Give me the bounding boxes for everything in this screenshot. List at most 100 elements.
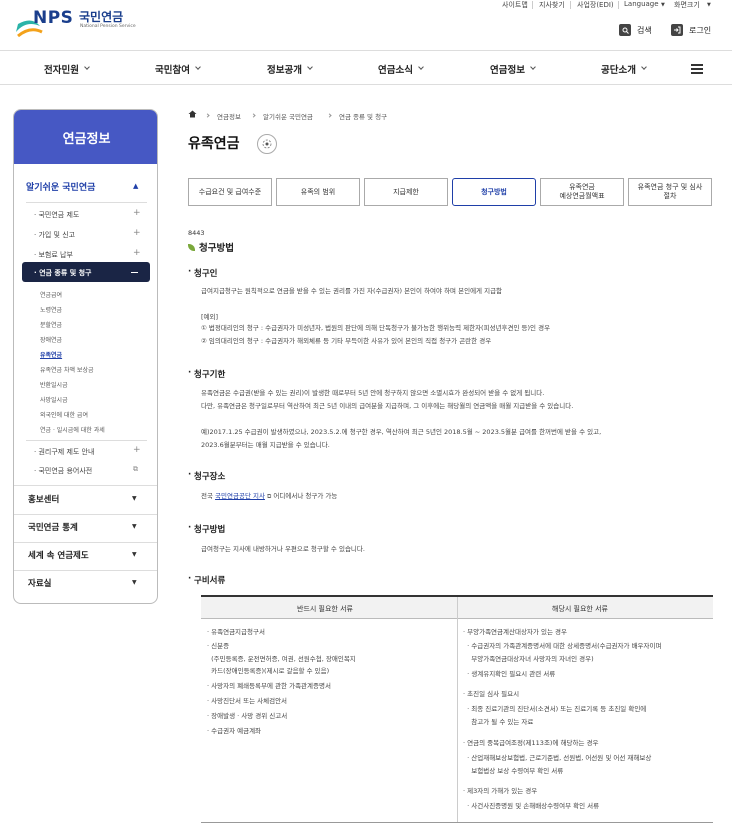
table-cell: · 수급권자의 가족관계증명서에 대한 상세증명서(수급권자가 배우자이며 [463,642,662,650]
sub-item[interactable]: 유족연금 차액 보상금 [40,365,94,374]
util-branch-finder[interactable]: 지사찾기 [539,0,565,12]
table-cell: · 신분증 [207,642,230,650]
sidebar-item-system[interactable]: · 국민연금 제도 [34,210,79,220]
gnb-item-participation[interactable]: 국민참여 [155,51,201,86]
global-nav: 전자민원 국민참여 정보공개 연금소식 연금정보 공단소개 [0,50,732,85]
table-cell: 카드(장애인등록증)(제시로 갈음할 수 있음) [207,667,330,675]
divider [14,570,157,571]
table-cell: · 산업재해보상보험법, 근로기준법, 선원법, 어선원 및 어선 재해보상 [463,754,652,762]
content-code: 8443 [188,229,205,237]
table-cell: (주민등록증, 운전면허증, 여권, 선원수첩, 장애인복지 [207,655,356,663]
sub-item[interactable]: 사망일시금 [40,395,68,404]
gnb-item-news[interactable]: 연금소식 [378,51,424,86]
util-sitemap[interactable]: 사이트맵 [502,0,528,12]
divider [14,514,157,515]
heading-claimant: 청구인 [188,267,218,279]
chevron-down-icon: ▼ [661,2,665,8]
method-text: 급여청구는 지사에 내방하거나 우편으로 청구할 수 있습니다. [201,545,365,553]
heading-deadline: 청구기한 [188,368,225,380]
sidebar-group-stats[interactable]: 국민연금 통계 [28,521,78,533]
divider [14,485,157,486]
table-cell: 참고가 될 수 있는 자료 [463,718,534,726]
sub-item[interactable]: 연금 · 일시금에 대한 과세 [40,425,105,434]
search-button[interactable]: 검색 [619,22,652,38]
tab-claim-process[interactable]: 유족연금 청구 및 심사 절차 [628,178,712,206]
gnb-item-about[interactable]: 공단소개 [601,51,647,86]
deadline-example-1: 예)2017.1.25 수급권이 발생하였으나, 2023.5.2.에 청구한 … [201,428,602,436]
chevron-down-icon: ▼ [132,551,137,558]
table-cell: · 사건사진증명원 및 손해배상수령여부 확인 서류 [463,802,600,810]
brand-name-ko: 국민연금 [79,10,124,24]
sidebar-item-pension-types[interactable]: · 연금 종류 및 청구 [34,268,92,278]
chevron-down-icon [84,64,90,70]
util-language[interactable]: Language [624,0,659,12]
breadcrumb-separator [251,113,256,118]
tab-claim-method[interactable]: 청구방법 [452,178,536,206]
sidebar-item-rights[interactable]: · 권리구제 제도 안내 [34,447,94,457]
tab-expected-amount[interactable]: 유족연금 예상연금월액표 [540,178,624,206]
util-edi[interactable]: 사업장(EDI) [577,0,614,12]
plus-icon: + [133,445,141,455]
sidebar-item-glossary[interactable]: · 국민연금 용어사전 [34,466,92,476]
sub-item[interactable]: 노령연금 [40,305,62,314]
chevron-down-icon [530,64,536,70]
chevron-down-icon: ▼ [132,579,137,586]
table-cell: · 장애발생 · 사망 경위 신고서 [207,712,288,720]
sub-item-survivor-active[interactable]: 유족연금 [40,350,62,359]
sidebar-group-world[interactable]: 세계 속 연금제도 [28,549,89,561]
login-button[interactable]: 로그인 [671,22,711,38]
util-screen-size[interactable]: 화면크기 [674,0,700,12]
place-text: 전국 국민연금공단 지사 ⧉ 어디에서나 청구가 가능 [201,492,338,500]
sidebar-item-enroll[interactable]: · 가입 및 신고 [34,230,75,240]
sub-item[interactable]: 분할연금 [40,320,62,329]
sub-item[interactable]: 장애연금 [40,335,62,344]
chevron-down-icon [641,64,647,70]
table-cell: · 연금의 중복급여조정(제113조)에 해당하는 경우 [463,739,599,747]
table-header-required: 반드시 필요한 서류 [297,605,353,613]
sidebar-group-pr[interactable]: 홍보센터 [28,493,59,505]
brand-name: NPS [33,8,74,28]
breadcrumb-item[interactable]: 연금 종류 및 청구 [339,111,387,121]
table-cell: · 제3자의 가해가 있는 경우 [463,787,538,795]
gnb-item-pension-info[interactable]: 연금정보 [490,51,536,86]
speaker-icon[interactable] [257,134,277,154]
table-divider [457,597,458,822]
deadline-text-2: 다만, 유족연금은 청구일로부터 역산하여 최근 5년 이내의 급여분을 지급하… [201,402,574,410]
claimant-exception: [예외] [201,313,219,321]
divider [26,202,147,203]
branch-link[interactable]: 국민연금공단 지사 [215,492,265,500]
chevron-down-icon: ▼ [707,2,711,8]
divider [14,542,157,543]
section-title: 청구방법 [188,240,234,254]
gnb-item-disclosure[interactable]: 정보공개 [267,51,313,86]
sidebar-group-archive[interactable]: 자료실 [28,577,51,589]
sub-item[interactable]: 연금급여 [40,290,62,299]
brand-tagline: National Pension Service [80,24,136,29]
heading-method: 청구방법 [188,523,225,535]
external-link-icon: ⧉ [133,465,138,473]
breadcrumb-separator [327,113,332,118]
chevron-up-icon: ▲ [133,182,139,190]
sidebar-section-easy-pension[interactable]: 알기쉬운 국민연금 [26,180,95,193]
table-cell: · 최종 진료기관의 진단서(소견서) 또는 진료기록 등 초진일 확인에 [463,705,647,713]
sub-item[interactable]: 외국인에 대한 급여 [40,410,88,419]
search-label: 검색 [637,25,652,35]
tab-eligibility[interactable]: 수급요건 및 급여수준 [188,178,272,206]
home-icon[interactable] [188,110,197,118]
table-cell: · 수급권자 예금계좌 [207,727,262,735]
table-cell: · 생계유지확인 필요시 관련 서류 [463,670,556,678]
sub-item[interactable]: 반환일시금 [40,380,68,389]
tab-restriction[interactable]: 지급제한 [364,178,448,206]
login-label: 로그인 [689,25,712,35]
gnb-item-e-civil[interactable]: 전자민원 [44,51,90,86]
breadcrumb-item[interactable]: 알기쉬운 국민연금 [263,111,313,121]
heading-place: 청구장소 [188,470,225,482]
table-cell: · 유족연금지급청구서 [207,628,265,636]
external-link-icon: ⧉ [267,493,272,500]
breadcrumb-item[interactable]: 연금정보 [217,111,241,121]
sidebar-item-contribution[interactable]: · 보험료 납부 [34,250,73,260]
hamburger-menu-icon[interactable] [691,64,703,74]
tab-survivor-scope[interactable]: 유족의 범위 [276,178,360,206]
chevron-down-icon [418,64,424,70]
sidebar: 연금정보 알기쉬운 국민연금 ▲ · 국민연금 제도 + · 가입 및 신고 +… [13,109,158,604]
